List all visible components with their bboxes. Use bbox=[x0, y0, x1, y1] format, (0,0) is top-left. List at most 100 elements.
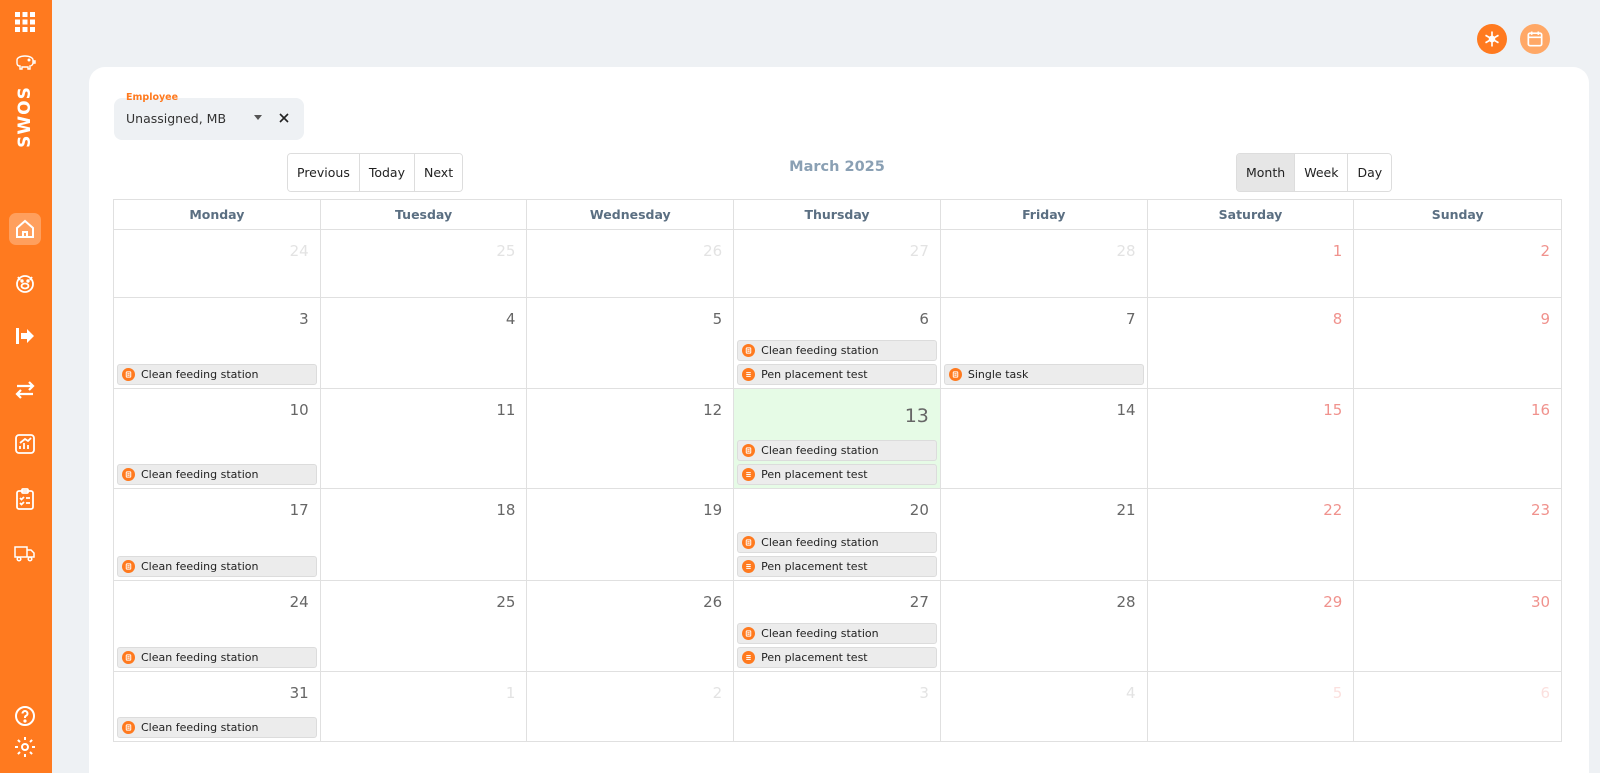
next-button[interactable]: Next bbox=[414, 154, 463, 191]
day-number: 24 bbox=[289, 593, 309, 611]
employee-label: Employee bbox=[126, 92, 179, 103]
view-button-group: Month Week Day bbox=[1236, 153, 1393, 192]
day-number: 12 bbox=[703, 401, 723, 419]
day-cell[interactable]: 30 bbox=[1354, 581, 1561, 671]
calendar-event[interactable]: Pen placement test bbox=[737, 364, 937, 385]
home-icon[interactable] bbox=[9, 213, 41, 245]
day-cell[interactable]: 7 Single task bbox=[941, 298, 1148, 388]
move-in-icon[interactable] bbox=[9, 320, 41, 352]
truck-icon[interactable] bbox=[9, 537, 41, 569]
calendar-event[interactable]: Clean feeding station bbox=[737, 440, 937, 461]
view-day-button[interactable]: Day bbox=[1348, 154, 1392, 191]
help-icon[interactable] bbox=[9, 700, 41, 732]
day-cell[interactable]: 6 bbox=[1354, 672, 1561, 741]
day-cell[interactable]: 5 bbox=[1148, 672, 1355, 741]
day-cell[interactable]: 27 bbox=[734, 230, 941, 297]
event-title: Pen placement test bbox=[761, 368, 868, 381]
day-number: 9 bbox=[1540, 310, 1551, 328]
day-cell[interactable]: 14 bbox=[941, 389, 1148, 488]
event-list: Clean feeding station bbox=[117, 647, 317, 668]
calendar-event[interactable]: Clean feeding station bbox=[117, 647, 317, 668]
medical-asterisk-button[interactable] bbox=[1477, 24, 1507, 54]
today-button[interactable]: Today bbox=[359, 154, 415, 191]
dropdown-caret-icon[interactable] bbox=[254, 115, 262, 120]
day-cell[interactable]: 15 bbox=[1148, 389, 1355, 488]
day-number: 14 bbox=[1116, 401, 1136, 419]
calendar-event[interactable]: Clean feeding station bbox=[737, 340, 937, 361]
day-cell[interactable]: 3 bbox=[734, 672, 941, 741]
previous-button[interactable]: Previous bbox=[288, 154, 360, 191]
day-cell[interactable]: 6 Clean feeding station Pen placement test bbox=[734, 298, 941, 388]
calendar-event[interactable]: Pen placement test bbox=[737, 464, 937, 485]
day-number: 15 bbox=[1323, 401, 1343, 419]
calendar-week: 24 Clean feeding station 25 26 27 Clean feedi… bbox=[114, 581, 1561, 672]
employee-select[interactable]: Employee Unassigned, MB bbox=[114, 92, 304, 140]
day-cell[interactable]: 18 bbox=[321, 489, 528, 580]
transfer-icon[interactable] bbox=[9, 374, 41, 406]
day-cell[interactable]: 12 bbox=[527, 389, 735, 488]
reports-chart-icon[interactable] bbox=[9, 428, 41, 460]
day-number: 6 bbox=[919, 310, 929, 328]
checklist-icon[interactable] bbox=[9, 483, 41, 515]
day-number: 25 bbox=[496, 242, 516, 260]
settings-gear-icon[interactable] bbox=[9, 731, 41, 763]
calendar-event[interactable]: Pen placement test bbox=[737, 647, 937, 668]
calendar-button[interactable] bbox=[1520, 24, 1550, 54]
day-cell[interactable]: 27 Clean feeding station Pen placement tes… bbox=[734, 581, 941, 671]
day-number: 24 bbox=[289, 242, 309, 260]
day-number: 3 bbox=[919, 684, 929, 702]
day-cell[interactable]: 1 bbox=[1148, 230, 1355, 297]
day-cell[interactable]: 16 bbox=[1354, 389, 1561, 488]
day-cell[interactable]: 25 bbox=[321, 581, 528, 671]
day-cell[interactable]: 31 Clean feeding station bbox=[114, 672, 321, 741]
calendar-event[interactable]: Single task bbox=[943, 364, 1144, 385]
day-cell[interactable]: 8 bbox=[1148, 298, 1355, 388]
calendar-event[interactable]: Clean feeding station bbox=[117, 464, 317, 485]
day-cell[interactable]: 28 bbox=[941, 581, 1148, 671]
day-cell[interactable]: 11 bbox=[321, 389, 528, 488]
day-cell[interactable]: 23 bbox=[1354, 489, 1561, 580]
day-cell[interactable]: 22 bbox=[1148, 489, 1355, 580]
day-cell[interactable]: 2 bbox=[1354, 230, 1561, 297]
day-cell[interactable]: 17 Clean feeding station bbox=[114, 489, 321, 580]
calendar-event[interactable]: Clean feeding station bbox=[117, 717, 317, 738]
task-icon bbox=[742, 444, 756, 457]
day-cell[interactable]: 2 bbox=[527, 672, 735, 741]
day-cell[interactable]: 9 bbox=[1354, 298, 1561, 388]
view-month-button[interactable]: Month bbox=[1237, 154, 1296, 191]
day-cell[interactable]: 20 Clean feeding station Pen placement tes… bbox=[734, 489, 941, 580]
pig-face-icon[interactable] bbox=[9, 267, 41, 299]
clear-icon[interactable] bbox=[274, 108, 294, 128]
calendar-event[interactable]: Pen placement test bbox=[737, 556, 937, 577]
day-cell[interactable]: 24 Clean feeding station bbox=[114, 581, 321, 671]
view-week-button[interactable]: Week bbox=[1295, 154, 1349, 191]
day-cell-today[interactable]: 13 Clean feeding station Pen placement tes… bbox=[734, 389, 941, 488]
day-cell[interactable]: 19 bbox=[527, 489, 735, 580]
event-title: Clean feeding station bbox=[761, 444, 879, 457]
day-cell[interactable]: 26 bbox=[527, 230, 735, 297]
calendar-event[interactable]: Clean feeding station bbox=[737, 532, 937, 553]
day-cell[interactable]: 24 bbox=[114, 230, 321, 297]
day-cell[interactable]: 21 bbox=[941, 489, 1148, 580]
day-cell[interactable]: 25 bbox=[321, 230, 528, 297]
day-cell[interactable]: 4 bbox=[321, 298, 528, 388]
day-number: 23 bbox=[1530, 501, 1551, 519]
day-cell[interactable]: 4 bbox=[941, 672, 1148, 741]
employee-value: Unassigned, MB bbox=[126, 111, 227, 126]
day-number: 21 bbox=[1116, 501, 1136, 519]
day-cell[interactable]: 1 bbox=[321, 672, 528, 741]
day-cell[interactable]: 26 bbox=[527, 581, 735, 671]
day-cell[interactable]: 28 bbox=[941, 230, 1148, 297]
calendar-event[interactable]: Clean feeding station bbox=[117, 556, 317, 577]
event-title: Pen placement test bbox=[761, 468, 868, 481]
day-number: 31 bbox=[289, 684, 309, 702]
apps-grid-icon[interactable] bbox=[9, 6, 41, 38]
day-number: 7 bbox=[1126, 310, 1136, 328]
calendar-event[interactable]: Clean feeding station bbox=[737, 623, 937, 644]
calendar-event[interactable]: Clean feeding station bbox=[117, 364, 317, 385]
day-cell[interactable]: 10 Clean feeding station bbox=[114, 389, 321, 488]
month-calendar: Monday Tuesday Wednesday Thursday Friday Satu… bbox=[113, 199, 1562, 742]
day-cell[interactable]: 5 bbox=[527, 298, 735, 388]
day-cell[interactable]: 3 Clean feeding station bbox=[114, 298, 321, 388]
day-cell[interactable]: 29 bbox=[1148, 581, 1355, 671]
